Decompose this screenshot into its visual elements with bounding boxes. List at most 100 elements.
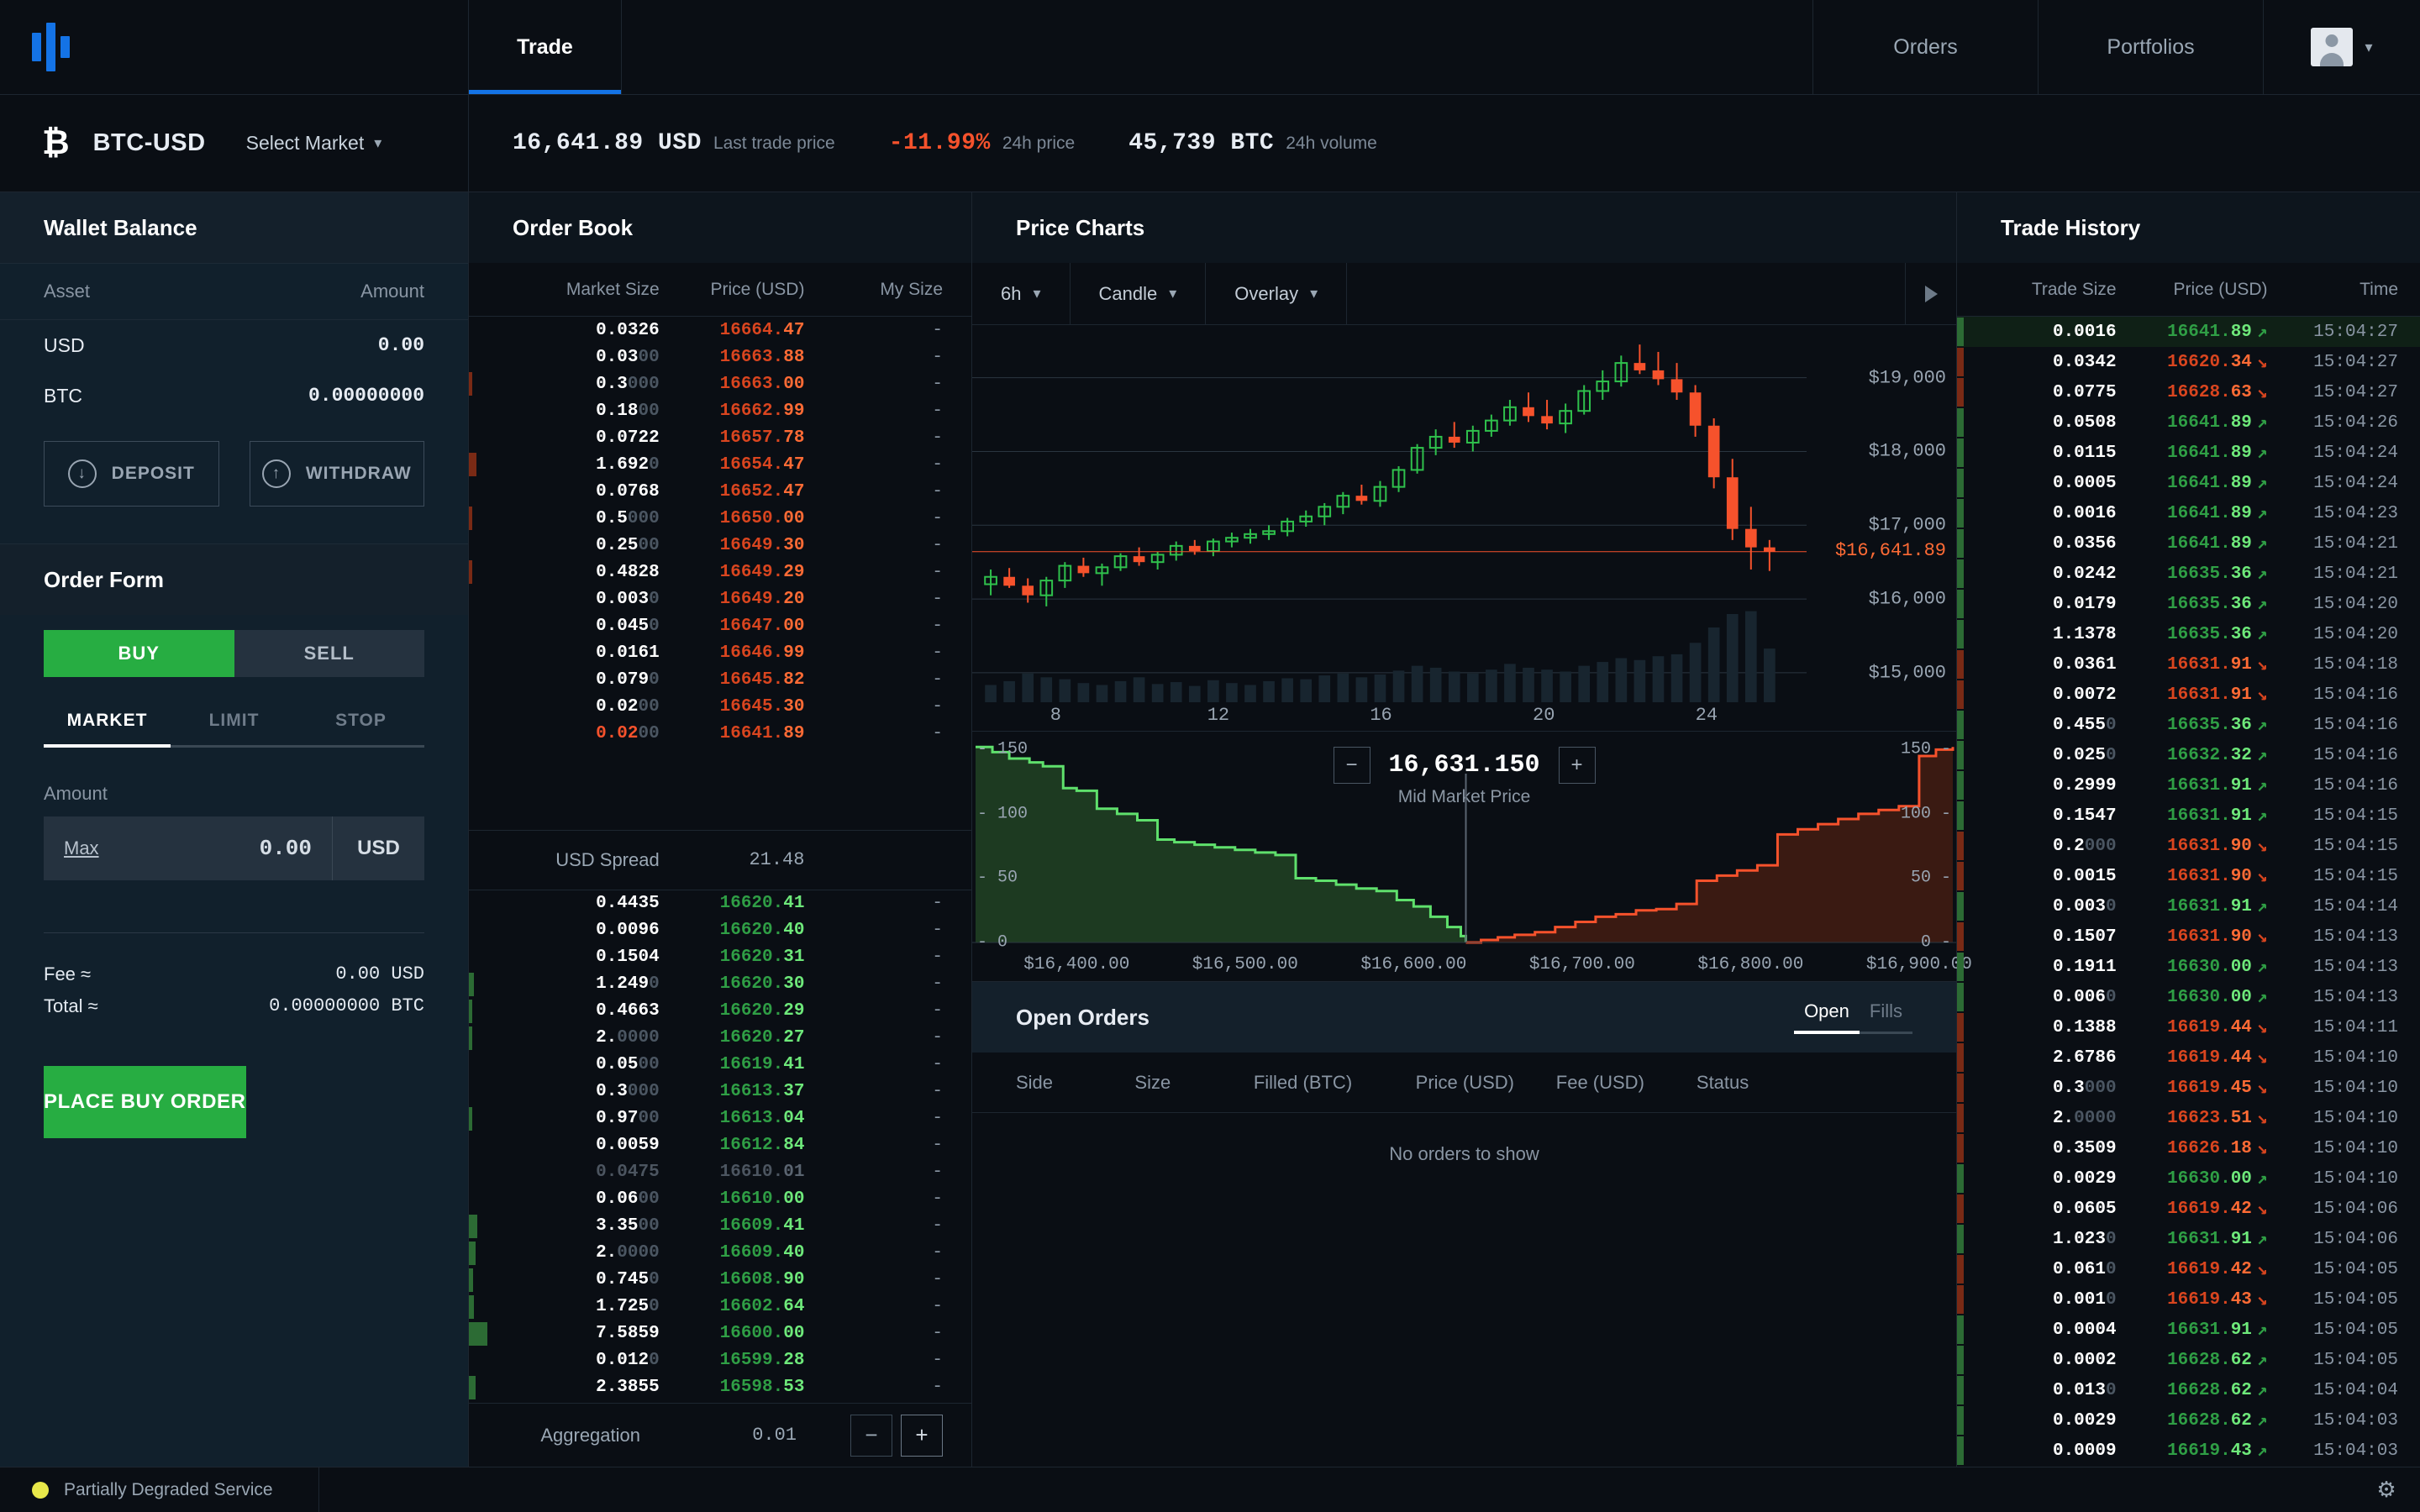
trade-history-row[interactable]: 0.2999 16631.91 ↗ 15:04:16 [1957,770,2420,801]
trade-history-row[interactable]: 0.0016 16641.89 ↗ 15:04:27 [1957,317,2420,347]
order-book-row[interactable]: 0.9700 16613.04 - [469,1105,971,1132]
select-market-dropdown[interactable]: Select Market ▾ [246,132,382,155]
order-book-row[interactable]: 0.0450 16647.00 - [469,612,971,639]
trade-history-row[interactable]: 0.0610 16619.42 ↘ 15:04:05 [1957,1254,2420,1284]
order-book-row[interactable]: 0.0722 16657.78 - [469,424,971,451]
trade-history-row[interactable]: 0.0072 16631.91 ↘ 15:04:16 [1957,680,2420,710]
order-book-row[interactable]: 0.4435 16620.41 - [469,890,971,917]
order-book-row[interactable]: 0.7450 16608.90 - [469,1267,971,1294]
order-book-row[interactable]: 0.5000 16650.00 - [469,505,971,532]
account-menu[interactable]: ▾ [2264,0,2420,94]
trade-history-row[interactable]: 0.0016 16641.89 ↗ 15:04:23 [1957,498,2420,528]
order-book-row[interactable]: 1.7250 16602.64 - [469,1294,971,1320]
trade-history-list[interactable]: 0.0016 16641.89 ↗ 15:04:27 0.0342 16620.34 ↘ 15… [1957,317,2420,1467]
order-book-row[interactable]: 0.0475 16610.01 - [469,1159,971,1186]
trade-history-row[interactable]: 0.0250 16632.32 ↗ 15:04:16 [1957,740,2420,770]
order-book-row[interactable]: 0.0790 16645.82 - [469,666,971,693]
order-book-row[interactable]: 2.3855 16598.53 - [469,1374,971,1401]
order-book-row[interactable]: 0.0200 16645.30 - [469,693,971,720]
trade-history-row[interactable]: 0.1507 16631.90 ↘ 15:04:13 [1957,921,2420,952]
trade-history-row[interactable]: 0.0605 16619.42 ↘ 15:04:06 [1957,1194,2420,1224]
trade-history-row[interactable]: 1.1378 16635.36 ↗ 15:04:20 [1957,619,2420,649]
trade-history-row[interactable]: 0.1388 16619.44 ↘ 15:04:11 [1957,1012,2420,1042]
order-book-row[interactable]: 0.4828 16649.29 - [469,559,971,585]
trade-history-row[interactable]: 0.0005 16641.89 ↗ 15:04:24 [1957,468,2420,498]
chart-type-dropdown[interactable]: Candle ▾ [1071,263,1207,324]
order-book-row[interactable]: 0.3000 16663.00 - [469,370,971,397]
trade-history-row[interactable]: 0.0356 16641.89 ↗ 15:04:21 [1957,528,2420,559]
depth-chart[interactable]: − 16,631.150 + Mid Market Price - 00 -- … [972,732,1972,982]
order-book-row[interactable]: 0.1504 16620.31 - [469,944,971,971]
app-logo-icon[interactable] [32,23,70,71]
order-book-row[interactable]: 0.0161 16646.99 - [469,639,971,666]
tab-trade[interactable]: Trade [469,0,622,94]
interval-dropdown[interactable]: 6h ▾ [972,263,1071,324]
candlestick-chart[interactable]: $19,000 $18,000 $17,000 $16,000 $15,000 $16,6… [972,325,1956,732]
order-book-row[interactable]: 0.0030 16649.20 - [469,585,971,612]
place-buy-order-button[interactable]: PLACE BUY ORDER [44,1066,246,1138]
order-book-row[interactable]: 1.427016597.24- [469,1401,971,1403]
trade-history-row[interactable]: 0.0508 16641.89 ↗ 15:04:26 [1957,407,2420,438]
order-book-row[interactable]: 0.0500 16619.41 - [469,1052,971,1079]
asks-list[interactable]: 0.0326 16664.47 - 0.0300 16663.88 - 0.3000 1666… [469,317,971,830]
order-book-row[interactable]: 3.3500 16609.41 - [469,1213,971,1240]
order-book-row[interactable]: 1.2490 16620.30 - [469,971,971,998]
chart-expand-button[interactable] [1906,263,1956,324]
sell-tab[interactable]: SELL [234,630,424,677]
order-book-row[interactable]: 0.1800 16662.99 - [469,397,971,424]
tab-orders[interactable]: Orders [1813,0,2039,94]
tab-market[interactable]: MARKET [44,711,171,748]
trade-history-row[interactable]: 0.0029 16628.62 ↗ 15:04:03 [1957,1405,2420,1436]
order-book-row[interactable]: 0.0326 16664.47 - [469,317,971,344]
order-book-row[interactable]: 0.3000 16613.37 - [469,1079,971,1105]
trade-history-row[interactable]: 0.0015 16631.90 ↘ 15:04:15 [1957,861,2420,891]
tab-stop[interactable]: STOP [297,711,424,748]
service-status[interactable]: Partially Degraded Service [0,1467,319,1512]
trade-history-row[interactable]: 0.0361 16631.91 ↘ 15:04:18 [1957,649,2420,680]
trade-history-row[interactable]: 0.0242 16635.36 ↗ 15:04:21 [1957,559,2420,589]
order-book-row[interactable]: 0.0600 16610.00 - [469,1186,971,1213]
trade-history-row[interactable]: 0.0010 16619.43 ↘ 15:04:05 [1957,1284,2420,1315]
order-book-row[interactable]: 2.0000 16620.27 - [469,1025,971,1052]
order-book-row[interactable]: 0.0096 16620.40 - [469,917,971,944]
trade-history-row[interactable]: 0.3509 16626.18 ↘ 15:04:10 [1957,1133,2420,1163]
order-book-row[interactable]: 0.0120 16599.28 - [469,1347,971,1374]
tab-limit[interactable]: LIMIT [171,711,297,748]
trade-history-row[interactable]: 0.0775 16628.63 ↘ 15:04:27 [1957,377,2420,407]
max-link[interactable]: Max [64,837,99,859]
order-book-row[interactable]: 1.6920 16654.47 - [469,451,971,478]
trade-history-row[interactable]: 1.0230 16631.91 ↗ 15:04:06 [1957,1224,2420,1254]
bids-list[interactable]: 0.4435 16620.41 - 0.0096 16620.40 - 0.1504 1662… [469,890,971,1403]
order-book-row[interactable]: 2.0000 16609.40 - [469,1240,971,1267]
trade-history-row[interactable]: 0.0030 16631.91 ↗ 15:04:14 [1957,891,2420,921]
trade-history-row[interactable]: 0.0009 16619.43 ↗ 15:04:03 [1957,1436,2420,1466]
order-book-row[interactable]: 0.0200 16641.89 - [469,720,971,747]
trade-history-row[interactable]: 0.0002 16628.62 ↗ 15:04:05 [1957,1345,2420,1375]
trade-history-row[interactable]: 0.0029 16630.00 ↗ 15:04:10 [1957,1163,2420,1194]
trade-history-row[interactable]: 2.6786 16619.44 ↘ 15:04:10 [1957,1042,2420,1073]
order-book-row[interactable]: 0.4663 16620.29 - [469,998,971,1025]
trade-history-row[interactable]: 0.0115 16641.89 ↗ 15:04:24 [1957,438,2420,468]
trade-history-row[interactable]: 0.4550 16635.36 ↗ 15:04:16 [1957,710,2420,740]
tab-open[interactable]: Open [1794,1000,1860,1034]
buy-tab[interactable]: BUY [44,630,234,677]
deposit-button[interactable]: ↓ DEPOSIT [44,441,219,507]
tab-portfolios[interactable]: Portfolios [2039,0,2264,94]
trade-history-row[interactable]: 0.0004 16631.91 ↗ 15:04:05 [1957,1315,2420,1345]
withdraw-button[interactable]: ↑ WITHDRAW [249,441,424,507]
order-book-row[interactable]: 0.0768 16652.47 - [469,478,971,505]
amount-input[interactable]: Max 0.00 USD [44,816,424,880]
overlay-dropdown[interactable]: Overlay ▾ [1206,263,1348,324]
trade-history-row[interactable]: 0.3000 16619.45 ↘ 15:04:10 [1957,1073,2420,1103]
trade-history-row[interactable]: 0.0179 16635.36 ↗ 15:04:20 [1957,589,2420,619]
trade-history-row[interactable]: 0.0060 16630.00 ↗ 15:04:13 [1957,982,2420,1012]
order-book-row[interactable]: 7.5859 16600.00 - [469,1320,971,1347]
trade-history-row[interactable]: 0.1911 16630.00 ↗ 15:04:13 [1957,952,2420,982]
trade-history-row[interactable]: 0.001016619.43↗15:04:02 [1957,1466,2420,1467]
aggregation-increase-button[interactable]: + [901,1414,943,1457]
trade-history-row[interactable]: 2.0000 16623.51 ↘ 15:04:10 [1957,1103,2420,1133]
order-book-row[interactable]: 0.0059 16612.84 - [469,1132,971,1159]
trade-history-row[interactable]: 0.0130 16628.62 ↗ 15:04:04 [1957,1375,2420,1405]
tab-fills[interactable]: Fills [1859,1000,1912,1034]
trade-history-row[interactable]: 0.2000 16631.90 ↘ 15:04:15 [1957,831,2420,861]
